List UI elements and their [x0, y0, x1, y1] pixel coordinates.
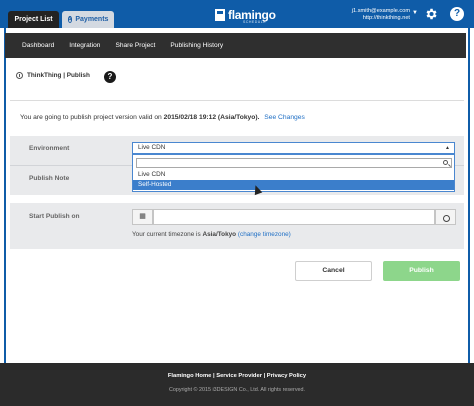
nav-publishing-history[interactable]: Publishing History	[170, 42, 223, 49]
user-email: j1.smith@example.com	[351, 8, 410, 14]
environment-label: Environment	[29, 145, 70, 152]
logo-subtext: SCHEDULE	[243, 20, 267, 24]
tab-project-list[interactable]: Project List	[8, 11, 59, 28]
publish-button[interactable]: Publish	[383, 261, 460, 281]
environment-selected-value: Live CDN	[138, 144, 166, 151]
breadcrumb: ThinkThing | Publish	[16, 72, 90, 79]
timezone-info: Your current timezone is Asia/Tokyo (cha…	[132, 231, 291, 238]
footer-copyright: Copyright © 2015 i3DESIGN Co., Ltd. All …	[168, 387, 306, 393]
caret-up-icon: ▲	[445, 145, 450, 151]
page-help-icon[interactable]: ?	[104, 71, 116, 83]
calendar-icon[interactable]: ▦	[132, 209, 153, 225]
tab-payments[interactable]: $ Payments	[62, 11, 114, 28]
publish-notice: You are going to publish project version…	[20, 114, 305, 121]
tab-payments-label: Payments	[75, 16, 109, 23]
environment-select[interactable]: Live CDN ▲	[132, 142, 455, 154]
notice-prefix: You are going to publish project version…	[20, 114, 162, 121]
option-self-hosted[interactable]: Self-Hosted	[133, 180, 454, 190]
project-nav: Dashboard Integration Share Project Publ…	[5, 33, 466, 58]
option-live-cdn[interactable]: Live CDN	[133, 170, 454, 180]
power-icon	[16, 72, 23, 79]
search-icon	[443, 160, 448, 165]
chevron-down-icon[interactable]: ▼	[412, 10, 418, 16]
logo-mark-icon	[215, 8, 225, 21]
clear-date-icon[interactable]	[435, 209, 456, 225]
start-publish-input[interactable]	[153, 209, 435, 225]
user-menu[interactable]: j1.smith@example.com http://thinkthing.n…	[352, 8, 410, 22]
cancel-button[interactable]: Cancel	[295, 261, 372, 281]
timezone-prefix: Your current timezone is	[132, 231, 201, 238]
nav-dashboard[interactable]: Dashboard	[22, 42, 54, 49]
dropdown-search-input[interactable]	[136, 158, 452, 168]
user-site: http://thinkthing.net	[362, 15, 410, 21]
change-timezone-link[interactable]: (change timezone)	[238, 231, 291, 238]
top-bar: Project List $ Payments flamingo SCHEDUL…	[0, 0, 474, 28]
help-icon[interactable]: ?	[450, 7, 464, 21]
see-changes-link[interactable]: See Changes	[264, 114, 305, 121]
flamingo-logo[interactable]: flamingo SCHEDULE	[215, 7, 276, 24]
divider	[10, 100, 464, 101]
footer: Flamingo Home | Service Provider | Priva…	[0, 363, 474, 406]
environment-dropdown: Live CDN Self-Hosted	[132, 154, 455, 192]
gear-icon[interactable]	[424, 7, 438, 21]
footer-links[interactable]: Flamingo Home | Service Provider | Priva…	[0, 373, 474, 379]
payment-icon: $	[67, 16, 73, 23]
notice-datetime: 2015/02/18 19:12 (Asia/Tokyo).	[163, 114, 260, 121]
nav-share-project[interactable]: Share Project	[115, 42, 155, 49]
timezone-value: Asia/Tokyo	[202, 231, 237, 238]
page-title: ThinkThing | Publish	[27, 72, 90, 79]
start-publish-label: Start Publish on	[29, 213, 80, 220]
publish-note-label: Publish Note	[29, 175, 70, 182]
nav-integration[interactable]: Integration	[69, 42, 100, 49]
